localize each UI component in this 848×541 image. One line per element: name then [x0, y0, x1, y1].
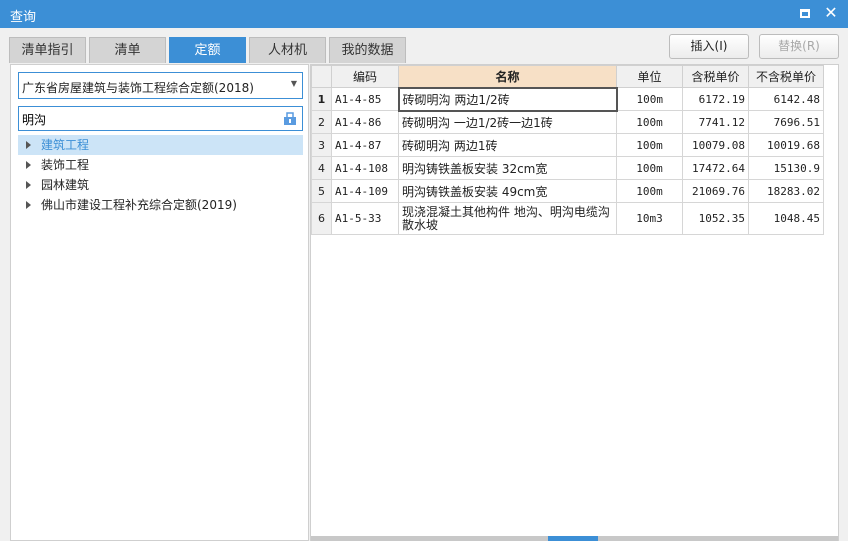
name-cell[interactable]: 明沟铸铁盖板安装 32cm宽	[398, 156, 617, 180]
code-cell[interactable]: A1-4-87	[331, 133, 399, 157]
tree-item-label: 园林建筑	[41, 178, 90, 192]
code-cell[interactable]: A1-4-86	[331, 110, 399, 134]
code-cell[interactable]: A1-4-109	[331, 179, 399, 203]
tree-item-label: 装饰工程	[41, 158, 90, 172]
tax-price-cell[interactable]: 17472.64	[682, 156, 749, 180]
tree-item-garden[interactable]: 园林建筑	[18, 175, 303, 195]
tax-price-cell[interactable]: 1052.35	[682, 202, 749, 235]
row-number-header	[311, 65, 332, 88]
title-bar: 查询 ✕	[0, 0, 848, 28]
code-cell[interactable]: A1-4-108	[331, 156, 399, 180]
table-row[interactable]: 3 A1-4-87 砖砌明沟 两边1砖 100m 10079.08 10019.…	[311, 133, 824, 157]
table-row[interactable]: 4 A1-4-108 明沟铸铁盖板安装 32cm宽 100m 17472.64 …	[311, 156, 824, 180]
name-cell[interactable]: 砖砌明沟 两边1砖	[398, 133, 617, 157]
chevron-right-icon[interactable]	[26, 201, 31, 209]
chevron-right-icon[interactable]	[26, 141, 31, 149]
table-header-row: 编码 名称 单位 含税单价 不含税单价	[311, 65, 824, 88]
code-cell[interactable]: A1-4-85	[331, 87, 399, 111]
tax-price-cell[interactable]: 6172.19	[682, 87, 749, 111]
unit-cell[interactable]: 100m	[616, 156, 683, 180]
notax-price-cell[interactable]: 7696.51	[748, 110, 824, 134]
maximize-icon[interactable]	[798, 7, 812, 21]
unit-cell[interactable]: 100m	[616, 87, 683, 111]
notax-price-cell[interactable]: 10019.68	[748, 133, 824, 157]
tax-price-cell[interactable]: 7741.12	[682, 110, 749, 134]
name-cell[interactable]: 现浇混凝土其他构件 地沟、明沟电缆沟散水坡	[398, 202, 617, 235]
search-tool-icon[interactable]	[283, 111, 297, 126]
code-cell[interactable]: A1-5-33	[331, 202, 399, 235]
notax-price-cell[interactable]: 6142.48	[748, 87, 824, 111]
row-number: 1	[311, 87, 332, 111]
tax-price-cell[interactable]: 21069.76	[682, 179, 749, 203]
table-row[interactable]: 1 A1-4-85 砖砌明沟 两边1/2砖 100m 6172.19 6142.…	[311, 86, 824, 112]
tax-price-header[interactable]: 含税单价	[682, 65, 749, 88]
search-input[interactable]	[22, 110, 272, 128]
name-cell[interactable]: 砖砌明沟 两边1/2砖	[397, 86, 618, 112]
tab-bill[interactable]: 清单	[89, 37, 166, 63]
chevron-right-icon[interactable]	[26, 181, 31, 189]
row-number: 4	[311, 156, 332, 180]
name-cell[interactable]: 明沟铸铁盖板安装 49cm宽	[398, 179, 617, 203]
notax-price-cell[interactable]: 1048.45	[748, 202, 824, 235]
chevron-down-icon: ▼	[290, 79, 297, 88]
results-panel: 编码 名称 单位 含税单价 不含税单价 1 A1-4-85 砖砌明沟 两边1/2…	[310, 64, 839, 541]
tree-item-building[interactable]: 建筑工程	[18, 135, 303, 155]
notax-price-cell[interactable]: 18283.02	[748, 179, 824, 203]
table-row[interactable]: 6 A1-5-33 现浇混凝土其他构件 地沟、明沟电缆沟散水坡 10m3 105…	[311, 202, 824, 235]
window-title: 查询	[10, 10, 37, 25]
library-select-value: 广东省房屋建筑与装饰工程综合定额(2018)	[22, 81, 254, 95]
notax-price-cell[interactable]: 15130.9	[748, 156, 824, 180]
unit-cell[interactable]: 100m	[616, 179, 683, 203]
horizontal-scrollbar[interactable]	[311, 536, 838, 541]
table-row[interactable]: 2 A1-4-86 砖砌明沟 一边1/2砖一边1砖 100m 7741.12 7…	[311, 110, 824, 134]
unit-cell[interactable]: 100m	[616, 133, 683, 157]
tree-item-foshan-supplement[interactable]: 佛山市建设工程补充综合定额(2019)	[18, 195, 303, 215]
unit-cell[interactable]: 10m3	[616, 202, 683, 235]
replace-button[interactable]: 替换(R)	[759, 34, 839, 59]
tax-price-cell[interactable]: 10079.08	[682, 133, 749, 157]
row-number: 3	[311, 133, 332, 157]
unit-cell[interactable]: 100m	[616, 110, 683, 134]
library-select[interactable]: 广东省房屋建筑与装饰工程综合定额(2018) ▼	[18, 72, 303, 99]
left-panel: 广东省房屋建筑与装饰工程综合定额(2018) ▼ 建筑工程 装饰工程 园林建筑 …	[10, 64, 309, 541]
chevron-right-icon[interactable]	[26, 161, 31, 169]
tab-quota[interactable]: 定额	[169, 37, 246, 63]
name-cell[interactable]: 砖砌明沟 一边1/2砖一边1砖	[398, 110, 617, 134]
row-number: 5	[311, 179, 332, 203]
tab-bill-guide[interactable]: 清单指引	[9, 37, 86, 63]
close-icon[interactable]: ✕	[822, 4, 840, 22]
results-table: 编码 名称 单位 含税单价 不含税单价 1 A1-4-85 砖砌明沟 两边1/2…	[311, 65, 824, 235]
row-number: 2	[311, 110, 332, 134]
row-number: 6	[311, 202, 332, 235]
search-box	[18, 106, 303, 131]
tree-item-label: 佛山市建设工程补充综合定额(2019)	[41, 198, 237, 212]
table-row[interactable]: 5 A1-4-109 明沟铸铁盖板安装 49cm宽 100m 21069.76 …	[311, 179, 824, 203]
insert-button[interactable]: 插入(I)	[669, 34, 749, 59]
unit-header[interactable]: 单位	[616, 65, 683, 88]
code-header[interactable]: 编码	[331, 65, 399, 88]
tab-labor-material-machine[interactable]: 人材机	[249, 37, 326, 63]
category-tree: 建筑工程 装饰工程 园林建筑 佛山市建设工程补充综合定额(2019)	[18, 135, 303, 215]
tab-my-data[interactable]: 我的数据	[329, 37, 406, 63]
scrollbar-handle[interactable]	[548, 536, 598, 541]
name-header[interactable]: 名称	[398, 65, 617, 88]
tree-item-label: 建筑工程	[41, 138, 90, 152]
notax-price-header[interactable]: 不含税单价	[748, 65, 824, 88]
tree-item-decoration[interactable]: 装饰工程	[18, 155, 303, 175]
